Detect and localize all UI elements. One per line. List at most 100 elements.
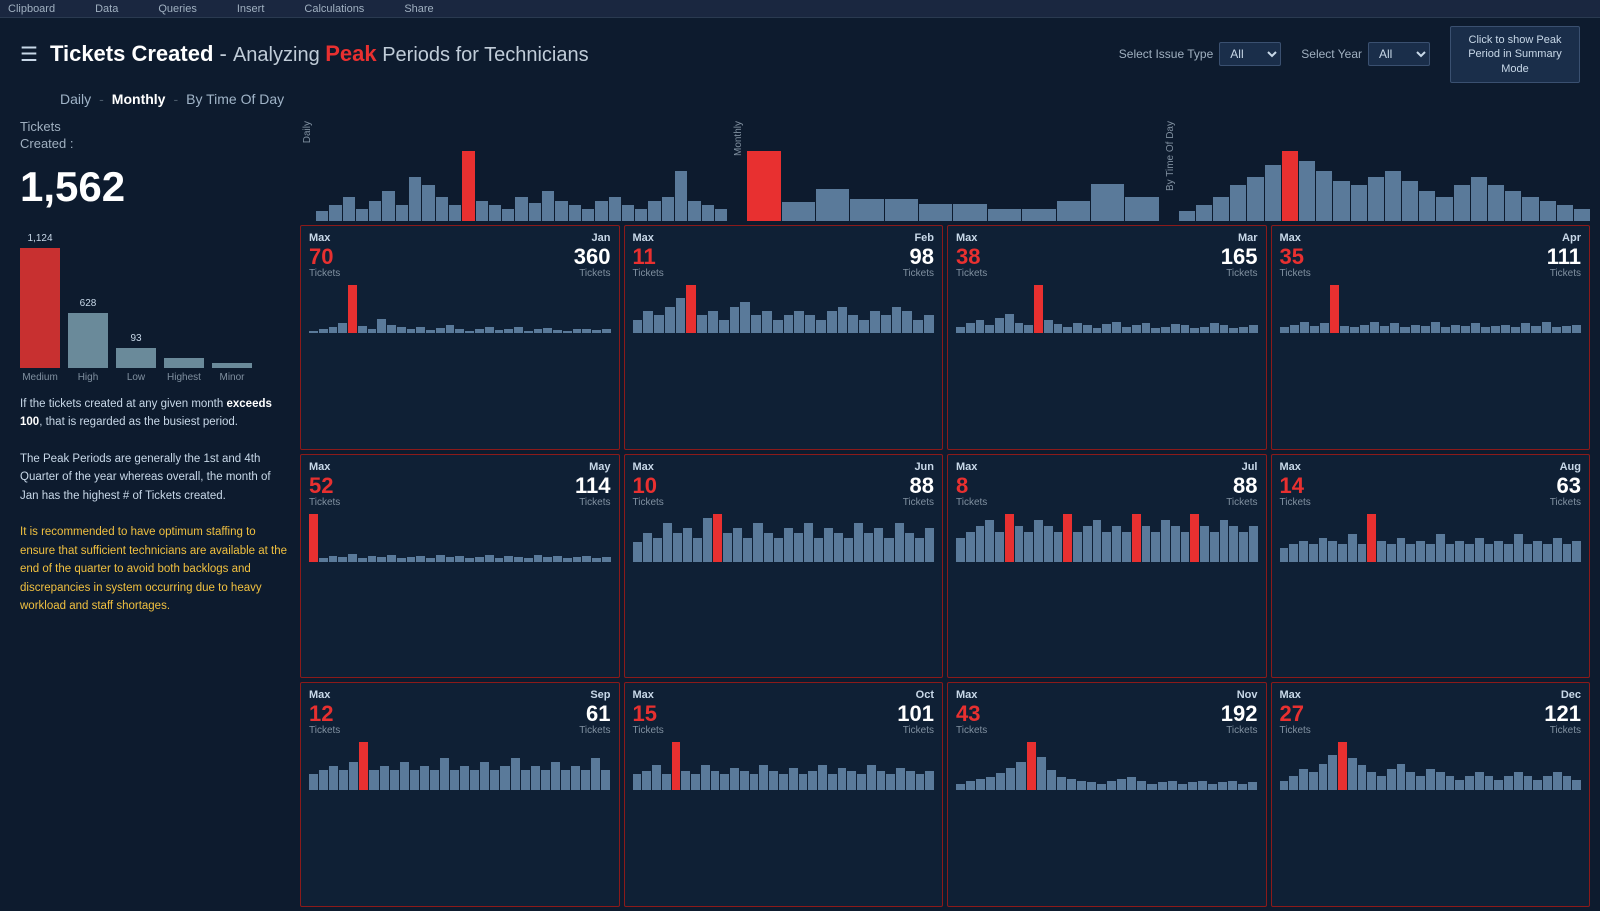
card-tickets-label-right: Tickets (1226, 497, 1257, 508)
bar-rect-minor (212, 363, 252, 368)
card-bar (1142, 526, 1151, 562)
charts-area: DailyMonthlyBy Time Of Day Max Jan70 360… (300, 111, 1590, 911)
card-total-num: 111 (1547, 246, 1581, 268)
card-bar (633, 320, 643, 333)
card-bar (1054, 532, 1063, 562)
card-bar (1147, 784, 1156, 791)
card-bar (1093, 328, 1102, 333)
card-bar (309, 331, 318, 333)
card-bar (1132, 514, 1141, 562)
card-bar (665, 307, 675, 333)
card-bar (701, 765, 710, 791)
card-bar (1299, 769, 1308, 790)
card-bar (420, 766, 429, 790)
card-bar (416, 327, 425, 333)
card-bar (1406, 772, 1415, 790)
card-bar (1142, 323, 1151, 333)
card-bar (779, 774, 788, 790)
card-tickets-label-left: Tickets (1280, 725, 1311, 736)
card-bar (1494, 780, 1503, 791)
card-bar (925, 771, 934, 790)
card-bar (1112, 526, 1121, 562)
card-bar (633, 542, 642, 561)
card-bar (686, 285, 696, 333)
card-bar (504, 556, 513, 562)
card-bar (1461, 326, 1470, 333)
card-bar (814, 538, 823, 562)
bar-rect-medium (20, 248, 60, 368)
card-bar (1348, 534, 1357, 561)
card-bar (339, 770, 348, 790)
bar-col-minor: Minor (212, 359, 252, 383)
toolbar-queries[interactable]: Queries (158, 3, 197, 15)
issue-type-label: Select Issue Type (1119, 47, 1214, 61)
card-bar (1328, 541, 1337, 562)
card-bar (1426, 769, 1435, 790)
card-bar (1572, 541, 1581, 562)
card-bar (1228, 781, 1237, 790)
month-card-aug: Max Aug14 63Tickets Tickets (1271, 454, 1591, 679)
card-bar (591, 758, 600, 790)
tab-by-time[interactable]: By Time Of Day (186, 91, 284, 107)
card-bar (762, 311, 772, 333)
card-bar (1280, 327, 1289, 332)
peak-mode-button[interactable]: Click to show Peak Period in Summary Mod… (1450, 26, 1580, 83)
title-main: Tickets Created (50, 41, 213, 66)
card-bar (460, 766, 469, 790)
toolbar-insert[interactable]: Insert (237, 3, 265, 15)
card-bar (956, 784, 965, 791)
hamburger-icon[interactable]: ☰ (20, 42, 38, 67)
tab-daily[interactable]: Daily (60, 91, 91, 107)
card-bar (338, 323, 347, 333)
card-bar (329, 556, 338, 562)
card-bar (563, 331, 572, 333)
card-bar (1338, 544, 1347, 561)
card-bar (390, 770, 399, 790)
card-bar (1400, 327, 1409, 332)
card-bar (1494, 541, 1503, 562)
card-bar (358, 326, 367, 333)
month-card-mar: Max Mar38 165Tickets Tickets (947, 225, 1267, 450)
card-bar (976, 779, 985, 790)
card-bar (1238, 784, 1247, 791)
card-tickets-label-right: Tickets (903, 725, 934, 736)
card-bar (1122, 327, 1131, 333)
card-bar (1102, 532, 1111, 562)
card-bar (966, 781, 975, 790)
card-peak-num: 10 (633, 475, 657, 497)
tab-monthly[interactable]: Monthly (112, 91, 166, 107)
bar-rect-low (116, 348, 156, 368)
card-bar (410, 770, 419, 790)
card-bar (818, 765, 827, 791)
card-bar (514, 327, 523, 333)
card-bar (1370, 322, 1379, 333)
card-bar (1087, 782, 1096, 790)
year-select[interactable]: All (1368, 42, 1430, 66)
toolbar-data[interactable]: Data (95, 3, 118, 15)
bar-col-high: 628High (68, 298, 108, 383)
card-bar (1093, 520, 1102, 562)
card-bar (976, 320, 985, 333)
card-bar (925, 528, 934, 562)
card-bar (1553, 772, 1562, 790)
card-bar (1358, 765, 1367, 790)
left-bar-chart: 1,124Medium628High93LowHighestMinor (20, 223, 290, 383)
card-tickets-label-right: Tickets (579, 268, 610, 279)
card-bar-chart (956, 740, 1258, 790)
card-bar (1127, 777, 1136, 790)
card-bar (541, 770, 550, 790)
card-bar (794, 311, 804, 333)
card-bar (1289, 544, 1298, 561)
card-bar (723, 533, 732, 562)
toolbar-calculations[interactable]: Calculations (304, 3, 364, 15)
card-bar (1181, 532, 1190, 562)
toolbar-share[interactable]: Share (404, 3, 433, 15)
card-bar (500, 766, 509, 790)
issue-type-select[interactable]: All (1219, 42, 1281, 66)
card-bar (895, 523, 904, 561)
card-bar (808, 771, 817, 790)
card-bar (1475, 772, 1484, 790)
card-max-label: Max (633, 232, 654, 244)
card-bar (1190, 514, 1199, 562)
toolbar-clipboard[interactable]: Clipboard (8, 3, 55, 15)
